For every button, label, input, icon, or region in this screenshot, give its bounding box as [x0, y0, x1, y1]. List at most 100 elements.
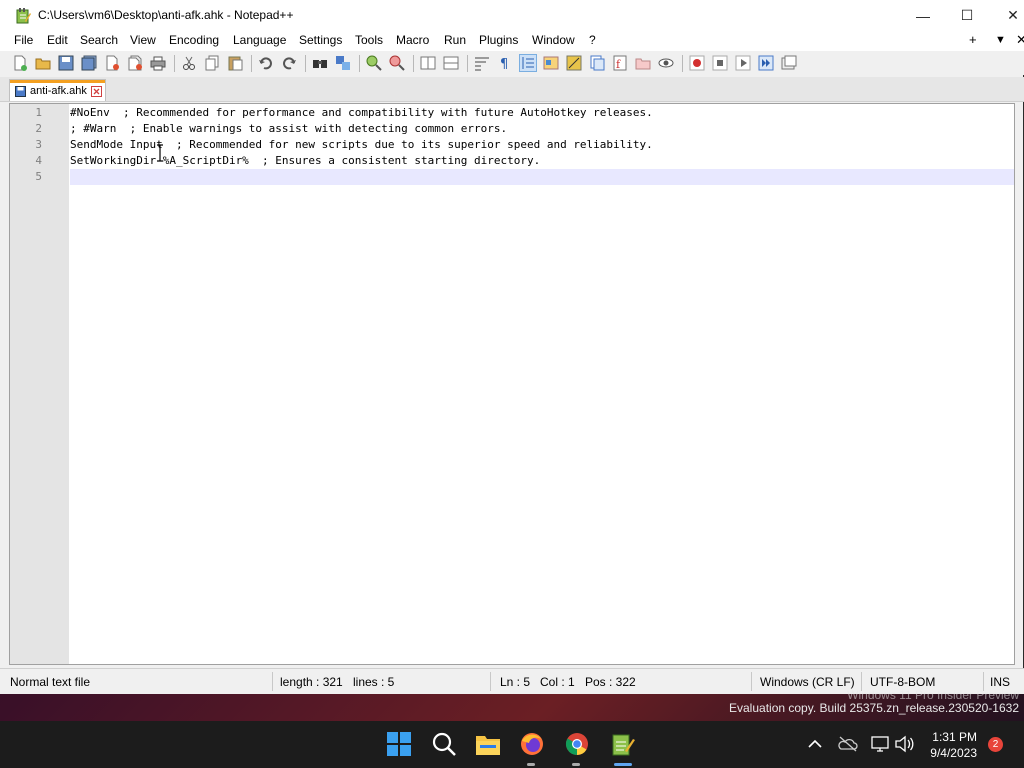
network-icon[interactable]	[870, 735, 890, 753]
cut-icon[interactable]	[181, 55, 197, 71]
clock-time[interactable]: 1:31 PM	[932, 730, 977, 744]
firefox-icon[interactable]	[519, 731, 545, 757]
active-app-indicator	[614, 763, 632, 766]
tab-close-icon[interactable]	[91, 86, 102, 97]
menu-settings[interactable]: Settings	[299, 33, 342, 47]
save-macro-icon[interactable]	[781, 55, 797, 71]
menu-search[interactable]: Search	[80, 33, 118, 47]
print-icon[interactable]	[150, 55, 166, 71]
status-encoding[interactable]: UTF-8-BOM	[870, 675, 935, 689]
maximize-icon: ☐	[960, 7, 974, 23]
save-icon[interactable]	[58, 55, 74, 71]
code-line[interactable]: SetWorkingDir %A_ScriptDir% ; Ensures a …	[70, 154, 540, 167]
menu-view[interactable]: View	[130, 33, 156, 47]
code-line[interactable]: ; #Warn ; Enable warnings to assist with…	[70, 122, 507, 135]
notepad-plus-plus-icon[interactable]	[609, 731, 635, 757]
status-pos: Pos : 322	[585, 675, 636, 689]
add-tab-icon[interactable]: +	[969, 32, 977, 47]
minimize-button[interactable]: —	[900, 0, 946, 31]
menu-window[interactable]: Window	[532, 33, 575, 47]
current-line-highlight	[70, 169, 1014, 185]
find-icon[interactable]	[312, 55, 328, 71]
play-macro-icon[interactable]	[735, 55, 751, 71]
search-icon[interactable]	[431, 731, 457, 757]
zoom-out-icon[interactable]	[389, 55, 405, 71]
function-list-icon[interactable]	[589, 55, 605, 71]
minimize-icon: —	[916, 7, 930, 24]
status-length: length : 321	[280, 675, 343, 689]
run-macro-multiple-icon[interactable]	[758, 55, 774, 71]
indent-guide-icon[interactable]	[519, 54, 537, 72]
line-number: 5	[35, 170, 42, 183]
file-explorer-icon[interactable]	[475, 731, 501, 757]
close-file-icon[interactable]	[104, 55, 120, 71]
code-line[interactable]: #NoEnv ; Recommended for performance and…	[70, 106, 653, 119]
close-window-button[interactable]: ✕	[990, 0, 1024, 31]
text-cursor-icon	[157, 144, 163, 162]
saved-file-icon	[15, 86, 26, 97]
word-wrap-icon[interactable]	[474, 55, 490, 71]
line-number: 1	[35, 106, 42, 119]
active-tab-indicator	[10, 80, 105, 83]
chrome-icon[interactable]	[564, 731, 590, 757]
stop-record-icon[interactable]	[712, 55, 728, 71]
running-app-indicator	[527, 763, 535, 766]
menu-run[interactable]: Run	[444, 33, 466, 47]
toolbar: ¶ f	[0, 51, 1024, 75]
close-document-icon[interactable]: ✕	[1016, 32, 1024, 48]
menu-encoding[interactable]: Encoding	[169, 33, 219, 47]
menu-edit[interactable]: Edit	[47, 33, 68, 47]
menu-bar: File Edit Search View Encoding Language …	[0, 31, 1024, 51]
menu-help[interactable]: ?	[589, 33, 596, 47]
redo-icon[interactable]	[281, 55, 297, 71]
windows-start-icon[interactable]	[386, 731, 412, 757]
running-app-indicator	[572, 763, 580, 766]
toolbar-separator	[413, 55, 414, 72]
tab-list-dropdown-icon[interactable]: ▼	[995, 34, 1006, 46]
menu-file[interactable]: File	[14, 33, 33, 47]
menu-plugins[interactable]: Plugins	[479, 33, 518, 47]
folder-icon[interactable]	[635, 55, 651, 71]
status-col: Col : 1	[540, 675, 575, 689]
clock-date[interactable]: 9/4/2023	[930, 746, 977, 760]
replace-icon[interactable]	[335, 55, 351, 71]
status-ln: Ln : 5	[500, 675, 531, 689]
status-lines: lines : 5	[353, 675, 395, 689]
notification-badge[interactable]: 2	[988, 737, 1003, 752]
udl-icon[interactable]	[543, 55, 559, 71]
title-bar[interactable]: C:\Users\vm6\Desktop\anti-afk.ahk - Note…	[0, 0, 1024, 31]
status-eol[interactable]: Windows (CR LF)	[760, 675, 855, 689]
toolbar-separator	[251, 55, 252, 72]
close-all-icon[interactable]	[127, 55, 143, 71]
undo-icon[interactable]	[258, 55, 274, 71]
record-macro-icon[interactable]	[689, 55, 705, 71]
folder-workspace-icon[interactable]: f	[612, 55, 628, 71]
save-all-icon[interactable]	[81, 55, 97, 71]
status-separator	[490, 672, 491, 691]
open-file-icon[interactable]	[35, 55, 51, 71]
sync-vertical-icon[interactable]	[420, 55, 436, 71]
paste-icon[interactable]	[227, 55, 243, 71]
show-all-chars-icon[interactable]: ¶	[497, 55, 513, 71]
text-editor[interactable]: 1 2 3 4 5 #NoEnv ; Recommended for perfo…	[9, 103, 1015, 665]
sync-horizontal-icon[interactable]	[443, 55, 459, 71]
code-area[interactable]: #NoEnv ; Recommended for performance and…	[70, 104, 1014, 664]
volume-icon[interactable]	[894, 735, 914, 753]
doc-map-icon[interactable]	[566, 55, 582, 71]
copy-icon[interactable]	[204, 55, 220, 71]
onedrive-off-icon[interactable]	[838, 735, 858, 753]
line-number: 4	[35, 154, 42, 167]
new-file-icon[interactable]	[12, 55, 28, 71]
toolbar-separator	[467, 55, 468, 72]
window-title: C:\Users\vm6\Desktop\anti-afk.ahk - Note…	[38, 8, 294, 22]
menu-macro[interactable]: Macro	[396, 33, 429, 47]
maximize-button[interactable]: ☐	[944, 0, 990, 31]
monitoring-icon[interactable]	[658, 55, 674, 71]
menu-tools[interactable]: Tools	[355, 33, 383, 47]
show-hidden-icons-icon[interactable]	[806, 735, 824, 753]
tab-anti-afk[interactable]: anti-afk.ahk	[9, 79, 106, 101]
zoom-in-icon[interactable]	[366, 55, 382, 71]
svg-text:¶: ¶	[500, 57, 508, 71]
menu-language[interactable]: Language	[233, 33, 286, 47]
status-separator	[751, 672, 752, 691]
